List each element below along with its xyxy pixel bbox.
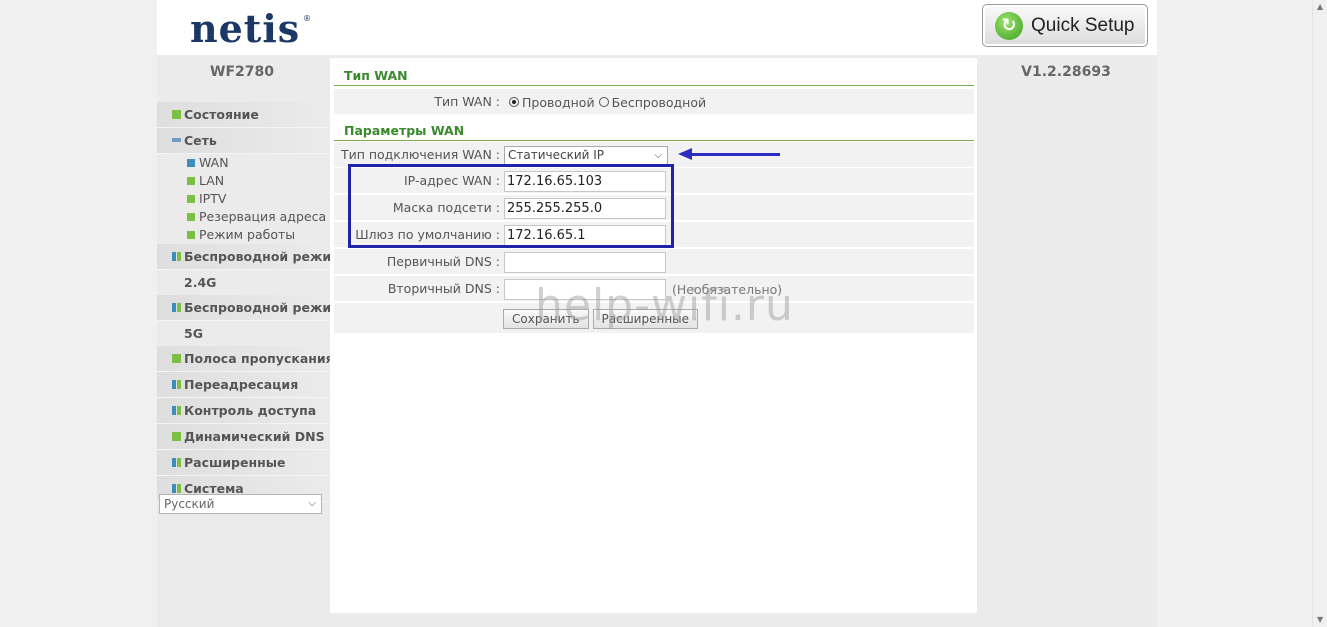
plus-icon xyxy=(187,231,195,239)
sidebar-item-label: Расширенные xyxy=(184,455,286,470)
primary-dns-value-wrap xyxy=(504,249,666,275)
sidebar-item-wireless-24[interactable]: Беспроводной режим xyxy=(157,244,341,270)
sidebar-item-wireless-24-band[interactable]: 2.4G xyxy=(157,270,329,295)
sidebar-item-label: Состояние xyxy=(184,107,259,122)
sidebar-item-label: WAN xyxy=(199,155,229,170)
sidebar-item-label: Резервация адреса xyxy=(199,209,327,224)
grid-icon xyxy=(172,303,181,312)
sidebar-item-label: Контроль доступа xyxy=(184,403,317,418)
secondary-dns-label: Вторичный DNS : xyxy=(387,281,500,296)
scroll-down-icon[interactable]: ▼ xyxy=(1317,615,1323,624)
highlight-box xyxy=(348,164,674,248)
sidebar-subitem-iptv[interactable]: IPTV xyxy=(157,190,329,208)
page-scrollbar[interactable]: ▲ ▼ xyxy=(1312,0,1327,627)
sidebar-item-label: Полоса пропускания xyxy=(184,351,334,366)
sidebar-item-status[interactable]: Состояние xyxy=(157,102,329,128)
section-title-wan-type: Тип WAN xyxy=(334,60,974,86)
arrow-right-icon xyxy=(187,159,195,167)
annotation-arrow-head-icon xyxy=(678,148,692,160)
scroll-up-icon[interactable]: ▲ xyxy=(1317,2,1323,11)
plus-icon xyxy=(172,354,181,363)
wan-type-label: Тип WAN : xyxy=(434,94,500,109)
sidebar-item-wireless-5-band[interactable]: 5G xyxy=(157,321,329,346)
sidebar-item-label: Режим работы xyxy=(199,227,296,242)
sidebar-item-access-control[interactable]: Контроль доступа xyxy=(157,398,329,424)
wan-type-options: Проводной Беспроводной xyxy=(504,89,706,115)
sidebar-item-label: Беспроводной режим xyxy=(184,300,342,315)
watermark: help-wifi.ru xyxy=(535,280,794,331)
netis-logo: netis xyxy=(190,6,301,51)
sidebar-subitem-wan[interactable]: WAN xyxy=(157,154,329,172)
radio-wireless[interactable] xyxy=(598,97,609,107)
primary-dns-row: Первичный DNS : xyxy=(334,249,974,275)
sidebar-subitem-lan[interactable]: LAN xyxy=(157,172,329,190)
sidebar-item-label: IPTV xyxy=(199,191,227,206)
language-select[interactable]: Русский ⌵ xyxy=(159,494,322,514)
sidebar-item-bandwidth[interactable]: Полоса пропускания xyxy=(157,346,334,372)
refresh-arrow-icon: ↻ xyxy=(995,11,1023,40)
sidebar-item-wireless-5[interactable]: Беспроводной режим xyxy=(157,295,341,321)
sidebar-item-label: Сеть xyxy=(184,133,217,148)
minus-icon xyxy=(172,138,181,142)
chevron-down-icon: ⌵ xyxy=(308,498,316,509)
sidebar-subitem-operation-mode[interactable]: Режим работы xyxy=(157,226,329,244)
sidebar-subitem-address-reservation[interactable]: Резервация адреса xyxy=(157,208,329,226)
grid-icon xyxy=(172,252,181,261)
chevron-down-icon: ⌵ xyxy=(654,149,662,161)
connection-type-select[interactable]: Статический IP ⌵ xyxy=(504,145,668,165)
grid-icon xyxy=(172,484,181,493)
header: netis ® ↻ Quick Setup xyxy=(157,0,1157,55)
primary-dns-label: Первичный DNS : xyxy=(386,254,500,269)
sidebar-item-label: LAN xyxy=(199,173,225,188)
radio-wireless-label[interactable]: Беспроводной xyxy=(612,95,707,110)
plus-icon xyxy=(172,110,181,119)
sidebar-item-network[interactable]: Сеть xyxy=(157,128,329,154)
grid-icon xyxy=(172,380,181,389)
plus-icon xyxy=(187,177,195,185)
section-title-wan-params: Параметры WAN xyxy=(334,115,974,141)
plus-icon xyxy=(187,195,195,203)
language-value: Русский xyxy=(164,497,215,511)
primary-dns-input[interactable] xyxy=(504,251,666,273)
registered-mark: ® xyxy=(303,14,311,23)
sidebar-item-label: Динамический DNS xyxy=(184,429,325,444)
main-content: Тип WAN Тип WAN : Проводной Беспроводной… xyxy=(330,58,977,613)
quick-setup-label: Quick Setup xyxy=(1031,14,1135,36)
model-name: WF2780 xyxy=(210,64,274,80)
sidebar-item-ddns[interactable]: Динамический DNS xyxy=(157,424,329,450)
sidebar-item-label: Беспроводной режим xyxy=(184,249,342,264)
plus-icon xyxy=(187,213,195,221)
radio-wired-label[interactable]: Проводной xyxy=(522,95,595,110)
sidebar: Состояние Сеть WAN LAN IPTV Резервация а… xyxy=(157,102,341,502)
firmware-version: V1.2.28693 xyxy=(1021,64,1111,80)
radio-wired[interactable] xyxy=(509,97,519,107)
plus-icon xyxy=(172,432,181,441)
annotation-arrow-line xyxy=(688,153,780,156)
sidebar-item-advanced[interactable]: Расширенные xyxy=(157,450,329,476)
sidebar-item-forwarding[interactable]: Переадресация xyxy=(157,372,329,398)
sidebar-item-label: Переадресация xyxy=(184,377,299,392)
connection-type-value: Статический IP xyxy=(508,147,605,162)
grid-icon xyxy=(172,406,181,415)
wan-type-row: Тип WAN : Проводной Беспроводной xyxy=(334,89,974,115)
quick-setup-button[interactable]: ↻ Quick Setup xyxy=(982,4,1148,47)
grid-icon xyxy=(172,458,181,467)
